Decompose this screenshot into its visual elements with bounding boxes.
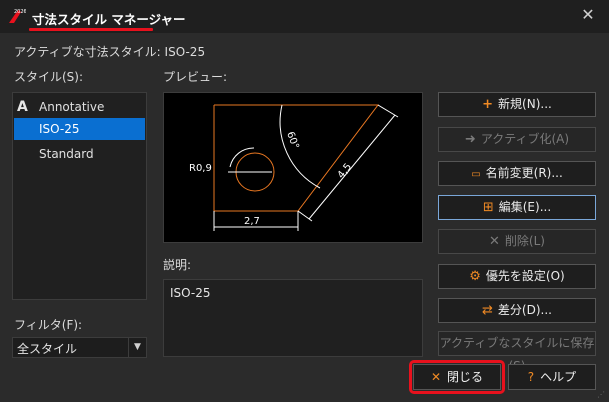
edit-button[interactable]: ⊞ 編集(E)... <box>438 195 596 220</box>
compare-icon: ⇄ <box>482 303 493 318</box>
override-icon: ⚙ <box>469 269 481 284</box>
help-button-label: ヘルプ <box>540 370 577 384</box>
title-bar: 2026 寸法スタイル マネージャー ✕ <box>0 0 609 33</box>
annotative-icon: A <box>17 99 28 115</box>
button-label: 新規(N)... <box>498 97 552 111</box>
styles-label: スタイル(S): <box>14 70 84 84</box>
preview-canvas: R0,9 60° 4,5 2,7 <box>163 92 423 243</box>
style-item-label: Annotative <box>39 100 105 114</box>
style-item-annotative[interactable]: A Annotative <box>14 96 145 118</box>
button-label: 名前変更(R)... <box>485 166 563 180</box>
button-label: 差分(D)... <box>497 303 552 317</box>
button-label: 削除(L) <box>504 234 545 248</box>
compare-button[interactable]: ⇄ 差分(D)... <box>438 298 596 323</box>
description-box: ISO-25 <box>163 279 423 357</box>
override-button[interactable]: ⚙ 優先を設定(O) <box>438 264 596 289</box>
style-item-label: ISO-25 <box>39 122 80 136</box>
style-item-label: Standard <box>39 147 94 161</box>
help-button[interactable]: ? ヘルプ <box>508 364 596 390</box>
button-label: アクティブ化(A) <box>480 132 570 146</box>
bottom-annotation: 2,7 <box>244 216 260 227</box>
angle-annotation: 60° <box>284 130 300 150</box>
new-style-button[interactable]: + 新規(N)... <box>438 92 596 117</box>
description-text: ISO-25 <box>170 286 211 300</box>
styles-list[interactable]: A Annotative ISO-25 Standard <box>12 92 147 300</box>
preview-label: プレビュー: <box>163 70 228 84</box>
diagonal-annotation: 4,5 <box>336 162 354 181</box>
description-label: 説明: <box>163 258 192 272</box>
app-logo-icon: 2026 <box>9 9 26 23</box>
arrow-right-icon: ➜ <box>464 132 476 147</box>
radius-annotation: R0,9 <box>189 163 212 174</box>
close-window-icon[interactable]: ✕ <box>577 5 599 25</box>
filter-value: 全スタイル <box>17 342 78 356</box>
preview-outline <box>213 104 380 212</box>
chevron-down-icon[interactable]: ▼ <box>128 338 146 357</box>
title-highlight-underline <box>29 28 153 31</box>
rename-button[interactable]: ▭ 名前変更(R)... <box>438 161 596 186</box>
svg-text:2026: 2026 <box>14 9 26 15</box>
filter-dropdown[interactable]: 全スタイル ▼ <box>12 337 147 358</box>
save-to-current-button[interactable]: アクティブなスタイルに保存(S) <box>438 331 596 373</box>
window-title: 寸法スタイル マネージャー <box>32 12 186 27</box>
dimension-preview-drawing: R0,9 60° 4,5 2,7 <box>189 104 399 231</box>
delete-icon: ✕ <box>489 234 500 249</box>
resize-grip-icon[interactable]: ⋰ <box>597 390 607 400</box>
dim-ext-line <box>297 210 313 222</box>
button-label: 編集(E)... <box>498 200 552 214</box>
help-icon: ? <box>527 370 535 384</box>
rename-icon: ▭ <box>471 169 481 180</box>
edit-dimension-icon: ⊞ <box>482 200 494 215</box>
plus-icon: + <box>482 97 494 112</box>
style-item-iso-25[interactable]: ISO-25 <box>14 118 145 140</box>
button-label: 優先を設定(O) <box>485 269 565 283</box>
set-current-button[interactable]: ➜ アクティブ化(A) <box>438 127 596 152</box>
close-button-highlight <box>409 360 505 394</box>
active-dimension-style: アクティブな寸法スタイル: ISO-25 <box>14 45 206 59</box>
delete-button[interactable]: ✕ 削除(L) <box>438 229 596 254</box>
filter-label: フィルタ(F): <box>14 318 83 332</box>
style-item-standard[interactable]: Standard <box>14 143 145 165</box>
